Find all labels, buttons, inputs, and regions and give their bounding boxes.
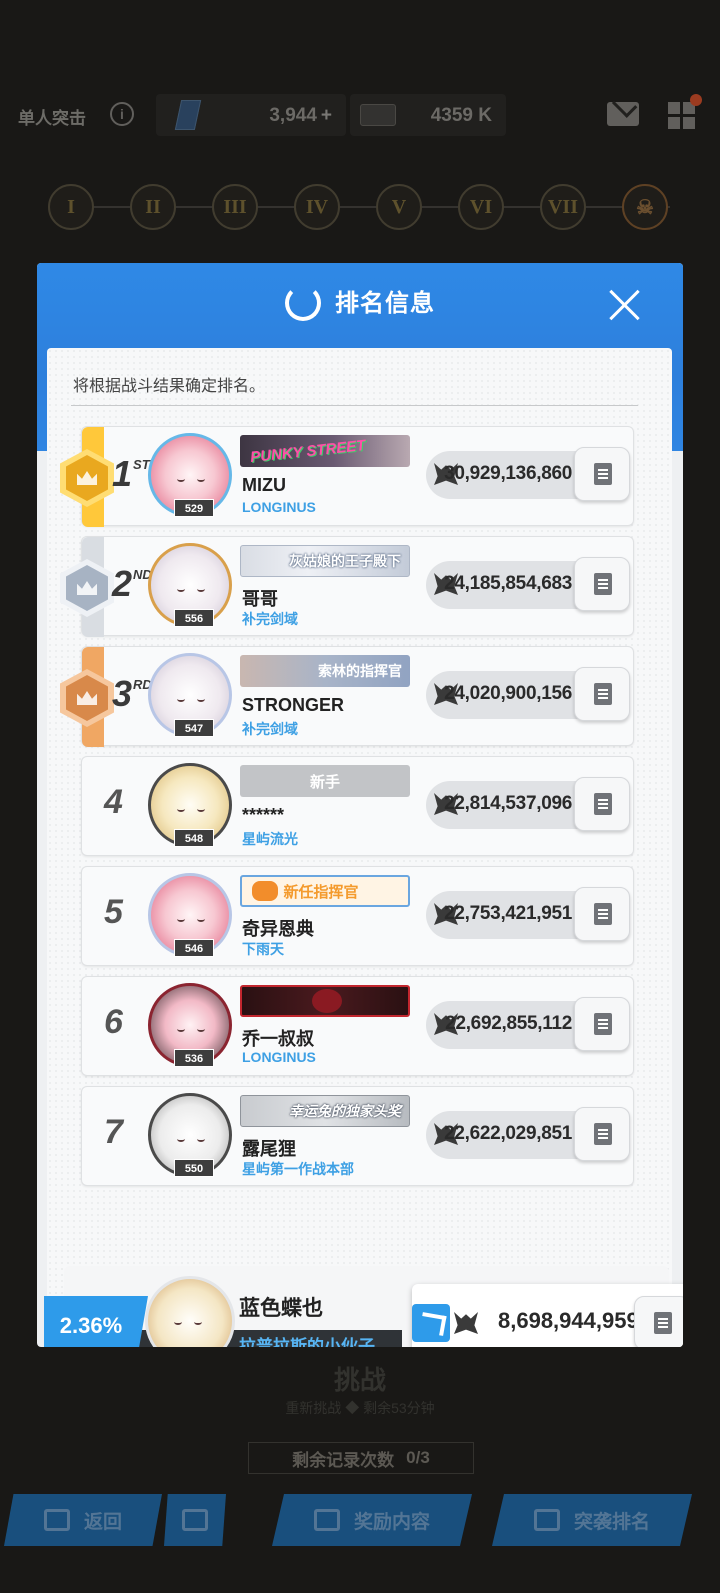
score-value: 24,185,854,683 (444, 573, 572, 594)
battle-record-button[interactable] (574, 447, 630, 501)
document-icon (594, 573, 612, 595)
title-banner: 索林的指挥官 (240, 655, 410, 687)
player-name: 哥哥 (242, 589, 278, 609)
guild-name: 补完剑域 (242, 721, 298, 737)
ranking-row-7[interactable]: 7 550 幸运兔的独家头奖 露尾狸 星屿第一作战本部 22,622,029,8… (81, 1086, 634, 1186)
title-banner: 灰姑娘的王子殿下 (240, 545, 410, 577)
skull-icon (454, 1312, 478, 1334)
document-icon (594, 683, 612, 705)
my-guild: 拉普拉斯的小伙子 (239, 1337, 375, 1347)
divider (71, 405, 638, 406)
rank-number: 1ST (112, 453, 150, 494)
player-name: 露尾狸 (242, 1139, 296, 1159)
battle-record-button[interactable] (574, 667, 630, 721)
bronze-medal-icon (60, 669, 114, 727)
player-level: 529 (174, 499, 214, 517)
player-level: 556 (174, 609, 214, 627)
ranking-row-5[interactable]: 5 546 新任指挥官 奇异恩典 下雨天 22,753,421,951 (81, 866, 634, 966)
ranking-row-4[interactable]: 4 548 新手 ****** 星屿流光 22,814,537,096 (81, 756, 634, 856)
my-score-value: 8,698,944,959 (498, 1308, 639, 1333)
player-name: ****** (242, 805, 285, 825)
percentile-badge: 2.36% (44, 1296, 148, 1347)
my-score-box: 8,698,944,959 (412, 1284, 683, 1347)
ranking-modal: 排名信息 将根据战斗结果确定排名。 1ST 529 PUNKY STREET M… (37, 263, 683, 1347)
guild-name: 下雨天 (242, 941, 284, 957)
my-avatar[interactable] (145, 1276, 235, 1347)
my-battle-record-button[interactable] (634, 1296, 683, 1347)
player-level: 546 (174, 939, 214, 957)
title-banner (240, 985, 410, 1017)
battle-record-button[interactable] (574, 777, 630, 831)
ranking-row-3[interactable]: 3RD 547 索林的指挥官 STRONGER 补完剑域 24,020,900,… (60, 646, 634, 747)
ranking-row-2[interactable]: 2ND 556 灰姑娘的王子殿下 哥哥 补完剑域 24,185,854,683 (60, 536, 634, 637)
my-name: 蓝色蝶也 (239, 1297, 323, 1320)
rank-number: 4 (104, 783, 123, 821)
document-icon (594, 793, 612, 815)
score-value: 22,814,537,096 (444, 793, 572, 814)
player-name: 乔一叔叔 (242, 1029, 314, 1049)
title-banner: 幸运兔的独家头奖 (240, 1095, 410, 1127)
ranking-panel: 将根据战斗结果确定排名。 1ST 529 PUNKY STREET MIZU L… (44, 348, 683, 1347)
score-value: 22,622,029,851 (444, 1123, 572, 1144)
battle-record-button[interactable] (574, 1107, 630, 1161)
title-banner: PUNKY STREET (240, 435, 410, 467)
score-value: 22,753,421,951 (444, 903, 572, 924)
document-icon (594, 1123, 612, 1145)
document-icon (594, 903, 612, 925)
ranking-row-6[interactable]: 6 536 乔一叔叔 LONGINUS 22,692,855,112 (81, 976, 634, 1076)
rank-number: 5 (104, 893, 123, 931)
player-level: 548 (174, 829, 214, 847)
rank-number: 6 (104, 1003, 123, 1041)
player-name: STRONGER (242, 695, 345, 715)
player-level: 550 (174, 1159, 214, 1177)
share-icon[interactable] (412, 1304, 450, 1342)
title-banner: 新任指挥官 (240, 875, 410, 907)
silver-medal-icon (60, 559, 114, 617)
guild-name: LONGINUS (242, 1049, 316, 1065)
modal-title-row: 排名信息 (37, 283, 683, 323)
laurel-icon (285, 284, 321, 321)
guild-name: 补完剑域 (242, 611, 298, 627)
player-name: 奇异恩典 (242, 919, 314, 939)
ranking-row-1[interactable]: 1ST 529 PUNKY STREET MIZU LONGINUS 30,92… (60, 426, 634, 527)
score-value: 22,692,855,112 (445, 1013, 572, 1034)
gold-medal-icon (60, 449, 114, 507)
player-name: MIZU (242, 475, 286, 495)
title-banner: 新手 (240, 765, 410, 797)
battle-record-button[interactable] (574, 557, 630, 611)
player-level: 547 (174, 719, 214, 737)
close-icon[interactable] (609, 289, 641, 321)
player-level: 536 (174, 1049, 214, 1067)
rank-number: 2ND (112, 563, 152, 604)
guild-name: 星屿第一作战本部 (242, 1161, 354, 1177)
battle-record-button[interactable] (574, 887, 630, 941)
guild-name: 星屿流光 (242, 831, 298, 847)
score-value: 30,929,136,860 (444, 463, 572, 484)
my-ranking-row[interactable]: 2.36% 450 蓝色蝶也 拉普拉斯的小伙子 8,698,944,959 (44, 1266, 683, 1347)
modal-title: 排名信息 (335, 290, 435, 317)
battle-record-button[interactable] (574, 997, 630, 1051)
document-icon (654, 1312, 672, 1334)
rank-number: 7 (104, 1113, 123, 1151)
ranking-note: 将根据战斗结果确定排名。 (73, 378, 266, 395)
document-icon (594, 1013, 612, 1035)
score-value: 24,020,900,156 (444, 683, 572, 704)
guild-name: LONGINUS (242, 499, 316, 515)
rank-number: 3RD (112, 673, 152, 714)
document-icon (594, 463, 612, 485)
